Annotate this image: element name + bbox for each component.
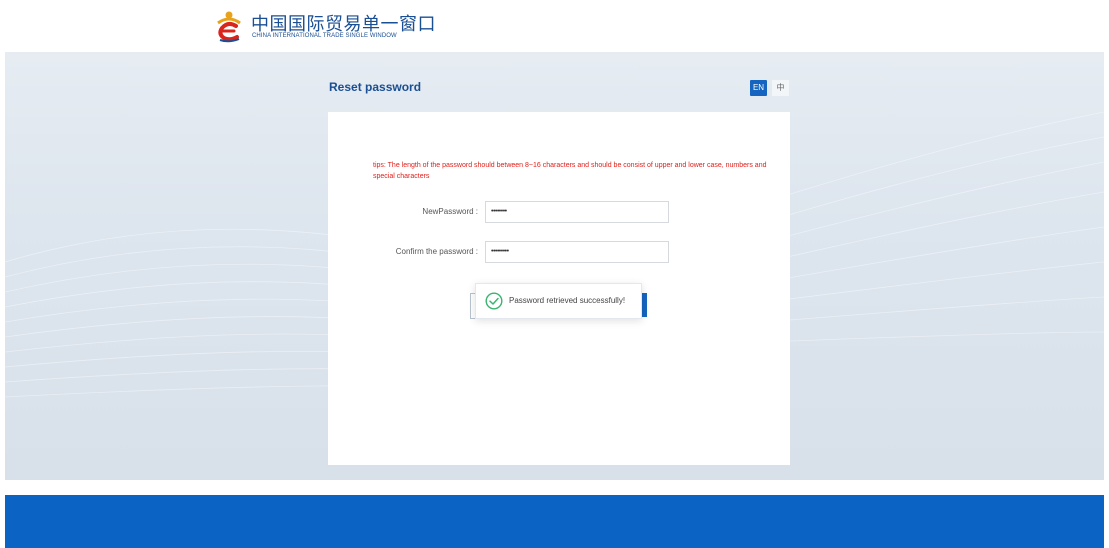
confirm-password-input[interactable]: ••••••••• — [485, 241, 669, 263]
language-zh-button[interactable]: 中 — [772, 80, 789, 96]
check-circle-icon — [485, 292, 503, 310]
single-window-logo-icon — [217, 11, 241, 43]
password-tips: tips: The length of the password should … — [373, 162, 767, 180]
new-password-input[interactable]: •••••••• — [485, 201, 669, 223]
page: 中国国际贸易单一窗口 CHINA INTERNATIONAL TRADE SIN… — [0, 0, 1109, 548]
confirm-password-label: Confirm the password : — [395, 247, 478, 256]
page-title: Reset password — [329, 80, 422, 94]
language-en-button[interactable]: EN — [750, 80, 767, 96]
toast-message: Password retrieved successfully! — [509, 296, 626, 305]
success-toast: Password retrieved successfully! — [475, 283, 642, 319]
header: 中国国际贸易单一窗口 CHINA INTERNATIONAL TRADE SIN… — [0, 0, 1109, 52]
footer — [5, 495, 1104, 548]
new-password-label: NewPassword : — [422, 207, 478, 216]
logo-subtitle: CHINA INTERNATIONAL TRADE SINGLE WINDOW — [252, 33, 397, 39]
